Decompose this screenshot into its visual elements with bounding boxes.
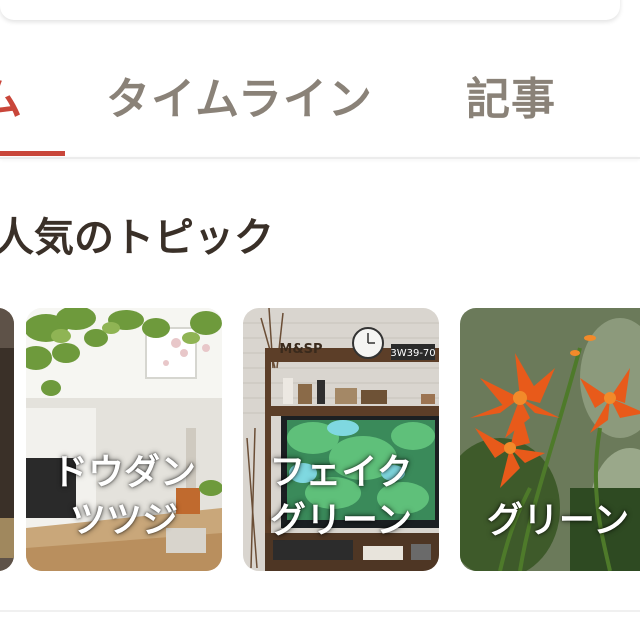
tabs-divider: [0, 157, 640, 159]
tab-articles[interactable]: 記事: [466, 72, 556, 128]
topic-card[interactable]: [0, 308, 14, 571]
tab-timeline[interactable]: タイムライン: [106, 72, 373, 128]
tab-bar: ム タイムライン 記事: [0, 58, 640, 158]
active-tab-indicator: [0, 151, 65, 156]
topic-card-label: グリーン: [269, 500, 413, 541]
section-title: 人気のトピック: [0, 215, 274, 261]
topic-card-label: ドウダン: [51, 452, 196, 493]
section-divider: [0, 610, 640, 612]
tab-home[interactable]: ム: [0, 72, 23, 128]
topic-card[interactable]: ドウダン ツツジ: [26, 308, 222, 571]
topic-card[interactable]: 3W39-70 M&SP フェイク グリーン: [243, 308, 439, 571]
topic-card[interactable]: グリーン: [460, 308, 640, 571]
app-screen: ム タイムライン 記事 人気のトピック: [0, 0, 640, 640]
topic-card-image: [0, 308, 14, 571]
topic-card-label: グリーン: [486, 500, 630, 541]
search-bar[interactable]: [0, 0, 620, 20]
shelf-sign-text: M&SP: [279, 342, 322, 357]
topic-card-label: ツツジ: [69, 500, 178, 541]
plate-text: 3W39-70: [390, 348, 435, 359]
topic-card-label: フェイク: [269, 452, 413, 493]
